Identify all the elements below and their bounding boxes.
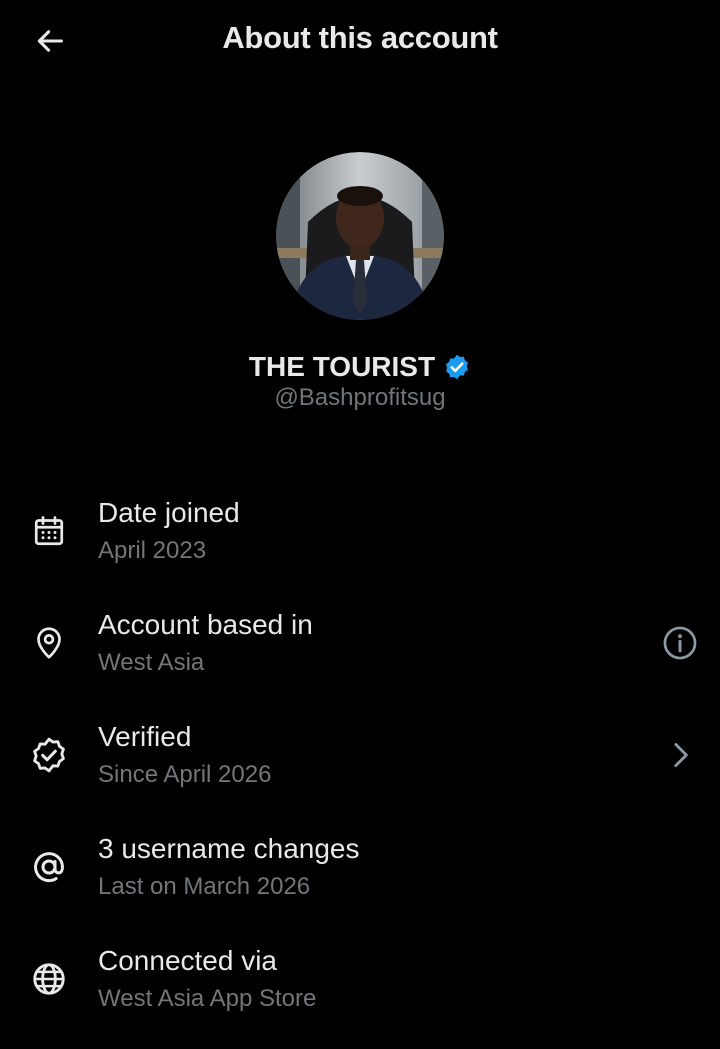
row-title: Verified	[98, 721, 192, 752]
display-name: THE TOURIST	[248, 351, 436, 382]
row-subtitle: Last on March 2026	[98, 873, 311, 900]
row-subtitle: Since April 2026	[98, 761, 272, 788]
info-button[interactable]	[660, 623, 700, 663]
row-subtitle: April 2023	[98, 537, 207, 564]
verified-row[interactable]: Verified Since April 2026	[0, 721, 720, 821]
profile-summary: THE TOURIST @Bashprofitsug	[0, 152, 720, 412]
avatar[interactable]	[276, 152, 444, 320]
verified-badge-icon	[28, 734, 70, 776]
info-icon	[663, 626, 697, 660]
row-subtitle: West Asia App Store	[98, 985, 317, 1012]
chevron-right-icon[interactable]	[660, 735, 700, 775]
account-based-in-row: Account based in West Asia	[0, 609, 720, 709]
username-changes-row: 3 username changes Last on March 2026	[0, 833, 720, 933]
name-row: THE TOURIST	[249, 350, 471, 384]
row-subtitle: West Asia	[98, 649, 205, 676]
date-joined-row: Date joined April 2023	[0, 497, 720, 597]
location-pin-icon	[28, 622, 70, 664]
calendar-icon	[28, 510, 70, 552]
top-bar: About this account	[0, 0, 720, 82]
row-title: Account based in	[98, 609, 313, 640]
globe-icon	[28, 958, 70, 1000]
verified-badge-icon	[446, 354, 469, 380]
row-title: 3 username changes	[98, 833, 360, 864]
username-handle: @Bashprofitsug	[274, 384, 446, 411]
at-sign-icon	[28, 846, 70, 888]
row-title: Date joined	[98, 497, 240, 528]
row-title: Connected via	[98, 945, 278, 976]
connected-via-row: Connected via West Asia App Store	[0, 945, 720, 1045]
page-title: About this account	[222, 20, 498, 55]
